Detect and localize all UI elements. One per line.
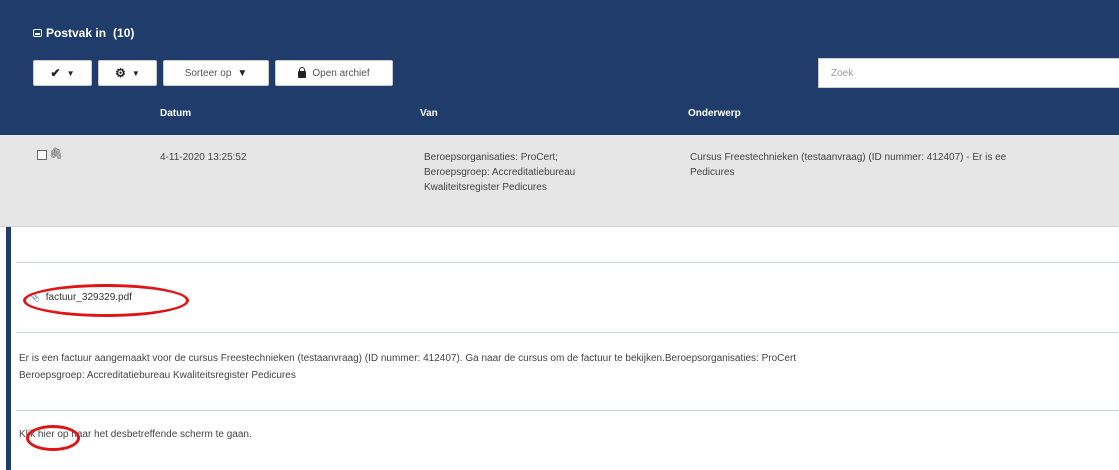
message-body-line: Er is een factuur aangemaakt voor de cur… [19,353,797,364]
inbox-header: Postvak in (10) ✔ ▼ ⚙ ▼ Sorteer op ▼ Ope… [0,0,1119,135]
message-body-line: Beroepsgroep: Accreditatiebureau Kwalite… [19,370,296,381]
inbox-title-label: Postvak in [46,26,107,40]
sort-button[interactable]: Sorteer op ▼ [163,60,269,86]
paperclip-icon: 📎 [30,293,40,302]
check-icon: ✔ [50,66,61,80]
divider [16,410,1119,411]
inbox-title: Postvak in (10) [33,26,134,40]
here-link[interactable]: hier op [38,429,69,440]
inbox-count: (10) [113,26,135,40]
column-header-subject[interactable]: Onderwerp [688,108,741,119]
instruction-prefix: Klik [19,429,36,440]
search-input[interactable] [818,58,1119,88]
message-from: Beroepsorganisaties: ProCert; Beroepsgro… [424,150,575,195]
detail-accent-bar [6,227,11,470]
instruction-text: Klik hier op naar het desbetreffende sch… [19,429,252,440]
message-from-line: Beroepsorganisaties: ProCert; [424,152,558,163]
message-from-line: Beroepsgroep: Accreditatiebureau [424,167,576,178]
row-checkbox[interactable] [37,150,47,160]
settings-dropdown-button[interactable]: ⚙ ▼ [98,60,157,86]
chevron-down-icon: ▼ [131,68,140,78]
divider [16,332,1119,333]
select-dropdown-button[interactable]: ✔ ▼ [33,60,92,86]
toolbar: ✔ ▼ ⚙ ▼ Sorteer op ▼ Open archief [33,60,393,86]
column-header-from[interactable]: Van [420,108,438,119]
message-subject-line: Pedicures [690,167,735,178]
archive-icon [298,67,307,78]
instruction-suffix: naar het desbetreffende scherm te gaan. [71,429,252,440]
message-subject-line: Cursus Freestechnieken (testaanvraag) (I… [690,152,1007,163]
inbox-icon [33,29,42,37]
chevron-down-icon: ▼ [66,68,75,78]
paperclip-icon: 🖇 [49,148,63,160]
filter-icon: ▼ [237,67,248,79]
column-header-date[interactable]: Datum [160,108,191,119]
message-subject: Cursus Freestechnieken (testaanvraag) (I… [690,150,1006,180]
attachment-link[interactable]: 📎 factuur_329329.pdf [30,292,132,303]
attachment-filename: factuur_329329.pdf [45,292,132,303]
open-archive-button[interactable]: Open archief [275,60,393,86]
sort-button-label: Sorteer op [184,67,232,79]
message-from-line: Kwaliteitsregister Pedicures [424,182,547,193]
gear-icon: ⚙ [115,66,126,80]
open-archive-label: Open archief [312,67,370,79]
divider [16,262,1119,263]
message-date: 4-11-2020 13:25:52 [160,152,247,163]
message-body: Er is een factuur aangemaakt voor de cur… [19,350,1119,384]
